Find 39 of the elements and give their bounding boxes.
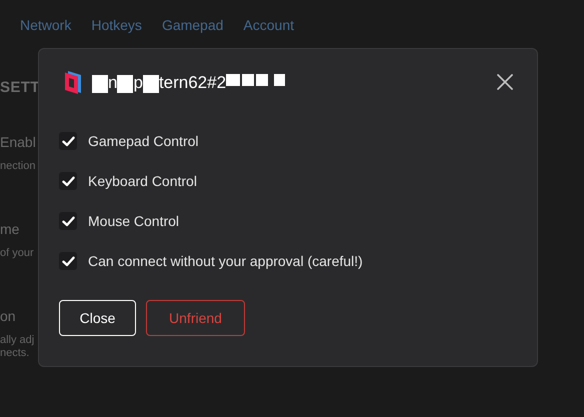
redaction-block <box>242 74 254 86</box>
dialog-title: n <box>108 74 118 90</box>
checkbox[interactable] <box>59 252 77 270</box>
checkbox[interactable] <box>59 132 77 150</box>
redaction-block <box>142 74 159 92</box>
settings-tab[interactable]: Account <box>243 15 294 36</box>
redaction-block <box>274 74 286 86</box>
setting-description: of your <box>0 248 34 259</box>
logo-icon <box>63 69 83 95</box>
dialog-title: tern62#2 <box>158 74 226 90</box>
redaction-block <box>256 74 268 86</box>
section-heading: SETT <box>0 80 40 95</box>
redaction-block <box>226 74 240 86</box>
settings-tab[interactable]: Hotkeys <box>91 15 142 36</box>
setting-description: nection <box>0 161 36 172</box>
settings-tab[interactable]: Network <box>20 15 72 36</box>
checkmark-icon <box>62 176 74 186</box>
checkmark-icon <box>62 136 74 146</box>
setting-label: Enabl <box>0 135 36 149</box>
dialog-title: p <box>133 74 143 90</box>
close-icon <box>497 74 513 90</box>
setting-label: me <box>0 222 20 236</box>
redaction-block <box>92 74 108 92</box>
setting-label: on <box>0 309 16 323</box>
redaction-block <box>117 74 134 92</box>
checkbox[interactable] <box>59 172 77 190</box>
option-label: Keyboard Control <box>88 174 197 188</box>
checkmark-icon <box>62 256 74 266</box>
checkbox[interactable] <box>59 212 77 230</box>
option-label: Can connect without your approval (careful!) <box>88 254 363 268</box>
option-label: Mouse Control <box>88 214 180 228</box>
unfriend-button[interactable]: Unfriend <box>146 300 245 336</box>
option-label: Gamepad Control <box>88 134 199 148</box>
setting-description: ally adj <box>0 335 34 346</box>
close-button[interactable] <box>495 72 515 92</box>
setting-description: nects. <box>0 348 30 359</box>
settings-tab[interactable]: Gamepad <box>162 15 224 36</box>
close-text-button[interactable]: Close <box>59 300 136 336</box>
checkmark-icon <box>62 216 74 226</box>
